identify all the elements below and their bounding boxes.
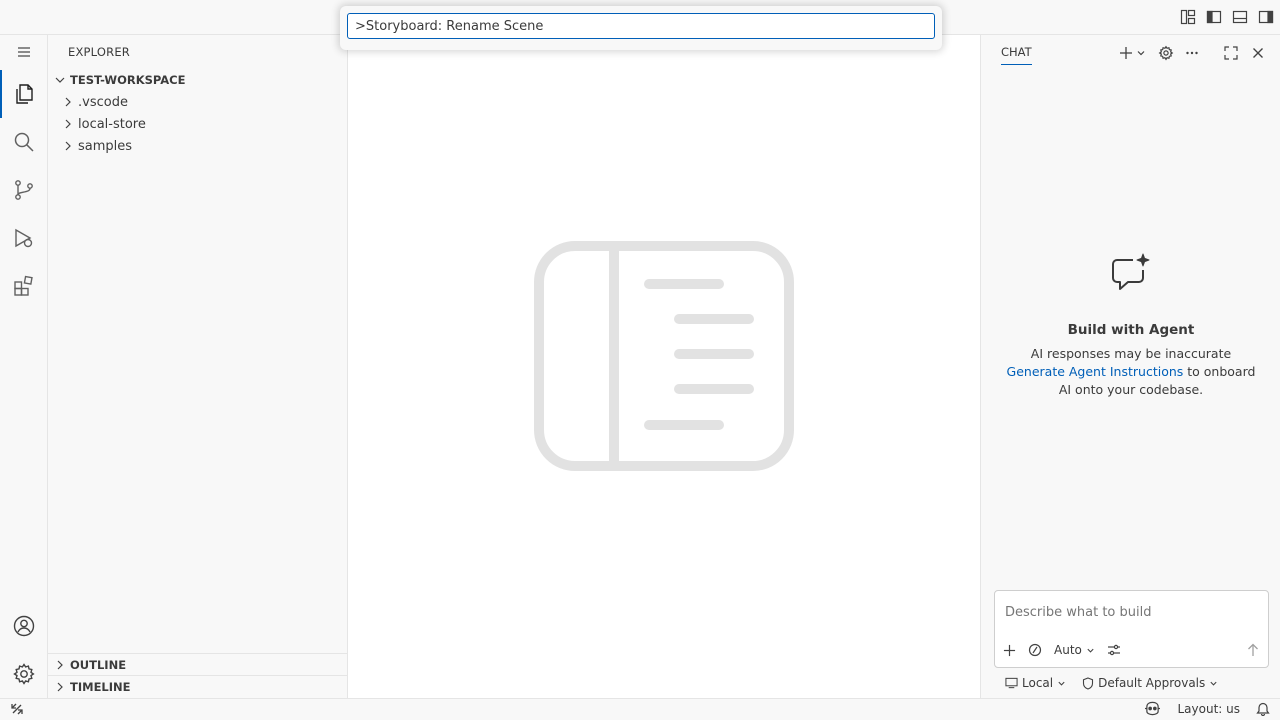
keyboard-layout-status[interactable]: Layout: us xyxy=(1177,702,1240,716)
approvals-label: Default Approvals xyxy=(1098,676,1206,690)
chat-disclaimer: AI responses may be inaccurate xyxy=(1030,346,1232,361)
editor-area xyxy=(348,35,980,698)
chevron-right-icon xyxy=(52,657,68,673)
run-debug-icon[interactable] xyxy=(0,214,48,262)
copilot-icon[interactable] xyxy=(1144,701,1161,716)
toggle-primary-sidebar-icon[interactable] xyxy=(1206,8,1222,26)
remote-indicator-icon[interactable] xyxy=(10,702,24,716)
extensions-icon[interactable] xyxy=(0,262,48,310)
model-picker[interactable]: Auto xyxy=(1054,643,1095,657)
activity-bar xyxy=(0,35,48,698)
tree-item-samples[interactable]: samples xyxy=(60,135,132,157)
tree-item-label: .vscode xyxy=(78,94,128,110)
explorer-icon[interactable] xyxy=(0,70,48,118)
tree-item-label: samples xyxy=(78,138,133,154)
outline-label: OUTLINE xyxy=(70,657,127,672)
session-location-picker[interactable]: Local xyxy=(1005,676,1066,690)
chat-input-placeholder[interactable]: Describe what to build xyxy=(1005,605,1152,620)
layout-controls xyxy=(1180,8,1274,26)
workspace-root-label: TEST-WORKSPACE xyxy=(70,73,186,87)
chevron-down-icon[interactable] xyxy=(1135,44,1147,62)
explorer-sidebar: EXPLORER TEST-WORKSPACE .vscode local-st… xyxy=(48,35,348,698)
tree-item-vscode[interactable]: .vscode xyxy=(60,91,128,113)
notifications-bell-icon[interactable] xyxy=(1256,701,1270,716)
search-icon[interactable] xyxy=(0,118,48,166)
tools-icon[interactable] xyxy=(1107,643,1121,657)
generate-instructions-link[interactable]: Generate Agent Instructions xyxy=(1007,364,1184,379)
menu-icon[interactable] xyxy=(0,28,48,76)
outline-section-header[interactable]: OUTLINE xyxy=(48,653,347,675)
tree-item-label: local-store xyxy=(78,116,146,132)
chevron-right-icon xyxy=(60,94,76,110)
chat-onboard-text: Generate Agent Instructions to onboard A… xyxy=(1001,363,1261,399)
chevron-down-icon xyxy=(1058,681,1065,686)
tab-chat[interactable]: CHAT xyxy=(1001,45,1032,65)
approvals-picker[interactable]: Default Approvals xyxy=(1082,676,1218,690)
chat-panel: CHAT Build with Agent AI responses may b… xyxy=(980,35,1280,698)
chevron-down-icon xyxy=(1087,648,1094,653)
workspace-root[interactable]: TEST-WORKSPACE xyxy=(52,69,185,91)
chat-hero-title: Build with Agent xyxy=(1067,322,1195,338)
manage-gear-icon[interactable] xyxy=(0,650,48,698)
monitor-icon xyxy=(1005,677,1018,689)
explorer-title: EXPLORER xyxy=(68,45,130,59)
chevron-down-icon xyxy=(1210,681,1217,686)
send-arrow-icon[interactable] xyxy=(1247,643,1259,657)
timeline-section-header[interactable]: TIMELINE xyxy=(48,675,347,697)
chat-footer: Local Default Approvals xyxy=(1005,675,1218,691)
accounts-icon[interactable] xyxy=(0,602,48,650)
tree-item-local-store[interactable]: local-store xyxy=(60,113,146,135)
editor-watermark-icon xyxy=(534,241,794,471)
command-palette xyxy=(340,6,942,50)
chevron-right-icon xyxy=(60,116,76,132)
chat-settings-gear-icon[interactable] xyxy=(1157,44,1175,62)
customize-layout-icon[interactable] xyxy=(1180,8,1196,26)
chat-sparkle-icon xyxy=(1109,253,1153,293)
chevron-right-icon xyxy=(60,138,76,154)
location-label: Local xyxy=(1022,676,1054,690)
toggle-panel-icon[interactable] xyxy=(1232,8,1248,26)
new-chat-icon[interactable] xyxy=(1117,44,1135,62)
model-picker-label: Auto xyxy=(1054,643,1082,657)
close-icon[interactable] xyxy=(1249,44,1267,62)
more-actions-icon[interactable] xyxy=(1183,44,1201,62)
timeline-label: TIMELINE xyxy=(70,679,131,694)
chat-input-toolbar: Auto xyxy=(1003,641,1121,659)
source-control-icon[interactable] xyxy=(0,166,48,214)
chat-hero-text: AI responses may be inaccurate Generate … xyxy=(1001,345,1261,399)
chat-input-box[interactable]: Describe what to build Auto xyxy=(994,590,1269,668)
add-context-icon[interactable] xyxy=(1003,644,1016,657)
chevron-down-icon xyxy=(52,72,68,88)
shield-icon xyxy=(1083,676,1094,690)
status-bar: Layout: us xyxy=(0,698,1280,720)
agent-mode-icon[interactable] xyxy=(1028,643,1042,657)
chevron-right-icon xyxy=(52,679,68,695)
toggle-secondary-sidebar-icon[interactable] xyxy=(1258,8,1274,26)
command-palette-input[interactable] xyxy=(347,13,935,39)
status-bar-right: Layout: us xyxy=(1144,701,1270,716)
maximize-icon[interactable] xyxy=(1222,44,1240,62)
